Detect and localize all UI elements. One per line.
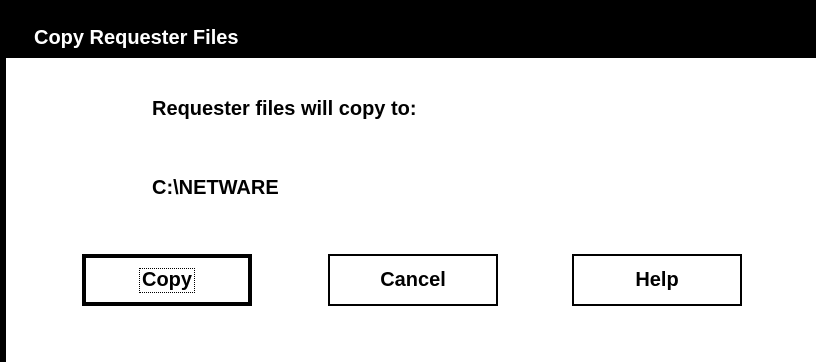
copy-button-label: Copy [139, 267, 195, 293]
title-bar[interactable]: Copy Requester Files [0, 0, 816, 58]
cancel-button[interactable]: Cancel [328, 254, 498, 306]
dialog-title: Copy Requester Files [34, 27, 239, 49]
cancel-button-label: Cancel [380, 268, 446, 291]
help-button[interactable]: Help [572, 254, 742, 306]
copy-destination-message: Requester files will copy to: [152, 98, 417, 120]
copy-requester-files-dialog: Copy Requester Files Requester files wil… [0, 0, 816, 362]
copy-button[interactable]: Copy [82, 254, 252, 306]
dialog-left-border [0, 0, 6, 362]
help-button-label: Help [635, 268, 679, 291]
destination-path: C:\NETWARE [152, 177, 279, 199]
